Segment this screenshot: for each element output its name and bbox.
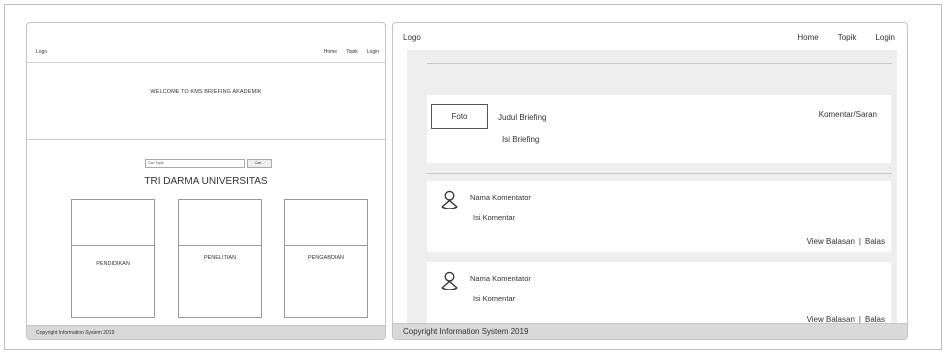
nav-topik-link[interactable]: Topik — [838, 33, 857, 42]
user-avatar-icon — [441, 190, 458, 209]
view-replies-link[interactable]: View Balasan — [807, 237, 855, 246]
briefing-title: Judul Briefing — [498, 113, 547, 122]
nav-login-link[interactable]: Login — [875, 33, 895, 42]
nav-home-link[interactable]: Home — [797, 33, 818, 42]
briefing-content: Foto Judul Briefing Isi Briefing Komenta… — [407, 50, 897, 330]
comment-item: Nama Komentator Isi Komentar View Balasa… — [427, 262, 891, 330]
briefing-footer: Copyright Information System 2019 — [393, 323, 907, 339]
card-label: PENDIDIKAN — [96, 261, 130, 267]
footer-copyright: Copyright Information System 2019 — [36, 330, 115, 336]
search-input[interactable]: Cari Topik — [145, 159, 245, 168]
card-penelitian[interactable]: PENELITIAN — [178, 199, 262, 318]
card-pengabdian[interactable]: PENGABDIAN — [284, 199, 368, 318]
card-pendidikan[interactable]: PENDIDIKAN — [71, 199, 155, 318]
search-button[interactable]: Cari... — [247, 159, 272, 168]
card-divider — [72, 245, 154, 246]
card-divider — [179, 245, 261, 246]
photo-placeholder: Foto — [431, 104, 488, 129]
comment-suggestion-link[interactable]: Komentar/Saran — [819, 110, 877, 119]
home-footer: Copyright Information System 2019 — [27, 325, 385, 339]
home-page-mockup: Logo Home Topik Login WELCOME TO KMS BRI… — [26, 22, 386, 340]
home-logo[interactable]: Logo — [36, 49, 47, 55]
comment-text: Isi Komentar — [473, 213, 516, 222]
briefing-page-mockup: Logo Home Topik Login Foto Judul Briefin… — [392, 22, 908, 340]
divider — [427, 63, 892, 64]
tri-darma-heading: TRI DARMA UNIVERSITAS — [144, 176, 268, 187]
commenter-name: Nama Komentator — [470, 274, 531, 283]
home-nav: Home Topik Login — [324, 49, 379, 55]
card-divider — [285, 245, 367, 246]
divider — [427, 173, 892, 174]
footer-copyright: Copyright Information System 2019 — [403, 327, 529, 336]
user-avatar-icon — [441, 271, 458, 290]
commenter-name: Nama Komentator — [470, 193, 531, 202]
nav-home-link[interactable]: Home — [324, 49, 337, 55]
comment-item: Nama Komentator Isi Komentar View Balasa… — [427, 181, 891, 252]
briefing-nav: Home Topik Login — [797, 33, 895, 42]
action-separator: | — [858, 237, 861, 246]
home-header: Logo Home Topik Login — [27, 23, 385, 63]
welcome-text: WELCOME TO KMS BRIEFING AKADEMIK — [150, 89, 262, 95]
briefing-body: Isi Briefing — [502, 135, 540, 144]
welcome-banner: WELCOME TO KMS BRIEFING AKADEMIK — [27, 63, 385, 140]
briefing-post: Foto Judul Briefing Isi Briefing Komenta… — [427, 95, 891, 163]
briefing-logo[interactable]: Logo — [403, 33, 421, 42]
card-label: PENGABDIAN — [307, 255, 345, 261]
topic-search: Cari Topik Cari... — [145, 159, 272, 168]
comment-text: Isi Komentar — [473, 294, 516, 303]
nav-topik-link[interactable]: Topik — [346, 49, 358, 55]
reply-link[interactable]: Balas — [865, 237, 885, 246]
comment-actions: View Balasan | Balas — [807, 237, 885, 246]
card-label: PENELITIAN — [203, 255, 237, 261]
nav-login-link[interactable]: Login — [367, 49, 379, 55]
